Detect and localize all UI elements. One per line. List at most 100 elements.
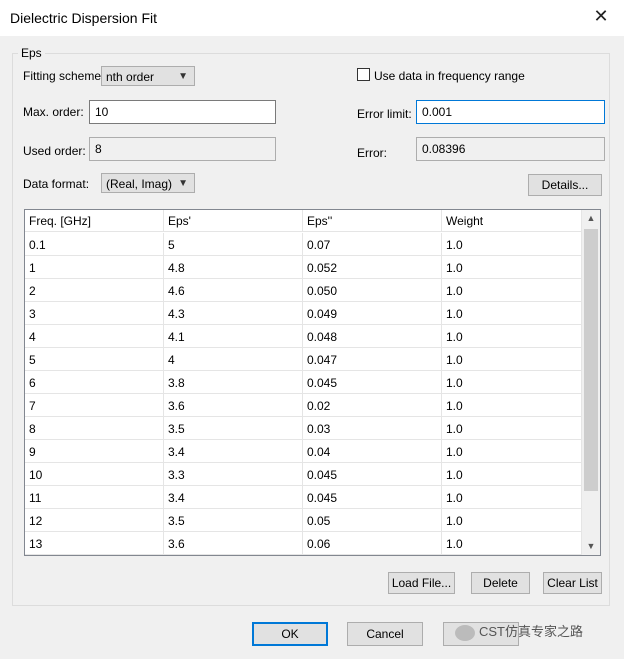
table-cell[interactable]: 5 — [164, 233, 303, 256]
table-cell[interactable]: 1.0 — [442, 532, 582, 555]
details-button[interactable]: Details... — [528, 174, 602, 196]
table-cell[interactable]: 4.3 — [164, 302, 303, 325]
table-cell[interactable]: 0.03 — [303, 417, 442, 440]
table-cell[interactable]: 3.3 — [164, 463, 303, 486]
table-cell[interactable]: 1.0 — [442, 417, 582, 440]
table-row[interactable]: 2 4.6 0.050 1.0 — [25, 279, 582, 302]
table-cell[interactable]: 3.4 — [164, 486, 303, 509]
watermark-text: CST仿真专家之路 — [479, 624, 584, 639]
table-cell[interactable]: 6 — [25, 371, 164, 394]
watermark: CST仿真专家之路 — [455, 621, 583, 645]
table-cell[interactable]: 3.6 — [164, 394, 303, 417]
clear-list-button[interactable]: Clear List — [543, 572, 602, 594]
table-cell[interactable]: 0.045 — [303, 463, 442, 486]
table-cell[interactable]: 3 — [25, 302, 164, 325]
table-row[interactable]: 12 3.5 0.05 1.0 — [25, 509, 582, 532]
ok-button[interactable]: OK — [252, 622, 328, 646]
column-header-eps-imag[interactable]: Eps'' — [303, 210, 442, 232]
table-cell[interactable]: 0.05 — [303, 509, 442, 532]
group-label: Eps — [18, 46, 45, 60]
table-row[interactable]: 8 3.5 0.03 1.0 — [25, 417, 582, 440]
table-row[interactable]: 13 3.6 0.06 1.0 — [25, 532, 582, 555]
table-row[interactable]: 0.1 5 0.07 1.0 — [25, 233, 582, 256]
table-cell[interactable]: 4 — [164, 348, 303, 371]
table-cell[interactable]: 0.04 — [303, 440, 442, 463]
chevron-down-icon: ▼ — [178, 71, 188, 82]
delete-button[interactable]: Delete — [471, 572, 530, 594]
chevron-up-icon[interactable]: ▲ — [582, 210, 600, 227]
table-cell[interactable]: 13 — [25, 532, 164, 555]
table-cell[interactable]: 1.0 — [442, 463, 582, 486]
column-header-freq[interactable]: Freq. [GHz] — [25, 210, 164, 232]
table-cell[interactable]: 9 — [25, 440, 164, 463]
cancel-button[interactable]: Cancel — [347, 622, 423, 646]
table-cell[interactable]: 0.02 — [303, 394, 442, 417]
table-cell[interactable]: 1.0 — [442, 440, 582, 463]
table-cell[interactable]: 1.0 — [442, 256, 582, 279]
table-row[interactable]: 5 4 0.047 1.0 — [25, 348, 582, 371]
table-cell[interactable]: 0.052 — [303, 256, 442, 279]
table-cell[interactable]: 1.0 — [442, 348, 582, 371]
table-cell[interactable]: 5 — [25, 348, 164, 371]
table-cell[interactable]: 3.5 — [164, 417, 303, 440]
table-cell[interactable]: 1.0 — [442, 509, 582, 532]
table-scrollbar[interactable]: ▲ ▼ — [581, 210, 600, 555]
table-row[interactable]: 1 4.8 0.052 1.0 — [25, 256, 582, 279]
table-cell[interactable]: 1.0 — [442, 371, 582, 394]
window-title: Dielectric Dispersion Fit — [10, 10, 158, 26]
chevron-down-icon[interactable]: ▼ — [582, 538, 600, 555]
table-row[interactable]: 4 4.1 0.048 1.0 — [25, 325, 582, 348]
data-format-label: Data format: — [23, 177, 90, 191]
table-cell[interactable]: 0.050 — [303, 279, 442, 302]
table-row[interactable]: 7 3.6 0.02 1.0 — [25, 394, 582, 417]
scroll-thumb[interactable] — [584, 229, 598, 491]
table-row[interactable]: 11 3.4 0.045 1.0 — [25, 486, 582, 509]
table-cell[interactable]: 0.045 — [303, 486, 442, 509]
column-header-eps-real[interactable]: Eps' — [164, 210, 303, 232]
data-format-value: (Real, Imag) — [106, 177, 173, 191]
used-order-label: Used order: — [23, 144, 86, 158]
load-file-button[interactable]: Load File... — [388, 572, 455, 594]
error-limit-input[interactable]: 0.001 — [416, 100, 605, 124]
table-cell[interactable]: 4 — [25, 325, 164, 348]
table-cell[interactable]: 0.045 — [303, 371, 442, 394]
table-cell[interactable]: 0.048 — [303, 325, 442, 348]
table-row[interactable]: 6 3.8 0.045 1.0 — [25, 371, 582, 394]
table-cell[interactable]: 2 — [25, 279, 164, 302]
table-row[interactable]: 9 3.4 0.04 1.0 — [25, 440, 582, 463]
table-cell[interactable]: 7 — [25, 394, 164, 417]
table-cell[interactable]: 1.0 — [442, 279, 582, 302]
max-order-input[interactable]: 10 — [89, 100, 276, 124]
table-cell[interactable]: 12 — [25, 509, 164, 532]
fitting-scheme-label: Fitting scheme: — [23, 69, 105, 83]
table-cell[interactable]: 0.049 — [303, 302, 442, 325]
table-cell[interactable]: 0.06 — [303, 532, 442, 555]
data-format-select[interactable]: (Real, Imag) ▼ — [101, 173, 195, 193]
table-cell[interactable]: 4.1 — [164, 325, 303, 348]
use-data-in-range-checkbox[interactable] — [357, 68, 370, 81]
table-row[interactable]: 3 4.3 0.049 1.0 — [25, 302, 582, 325]
table-cell[interactable]: 3.4 — [164, 440, 303, 463]
used-order-field: 8 — [89, 137, 276, 161]
table-cell[interactable]: 1 — [25, 256, 164, 279]
table-cell[interactable]: 8 — [25, 417, 164, 440]
column-header-weight[interactable]: Weight — [442, 210, 582, 232]
close-icon[interactable]: ✕ — [592, 7, 610, 25]
table-cell[interactable]: 0.047 — [303, 348, 442, 371]
table-cell[interactable]: 10 — [25, 463, 164, 486]
table-cell[interactable]: 1.0 — [442, 394, 582, 417]
table-cell[interactable]: 3.5 — [164, 509, 303, 532]
table-cell[interactable]: 1.0 — [442, 325, 582, 348]
table-cell[interactable]: 11 — [25, 486, 164, 509]
table-cell[interactable]: 0.07 — [303, 233, 442, 256]
table-row[interactable]: 10 3.3 0.045 1.0 — [25, 463, 582, 486]
table-cell[interactable]: 1.0 — [442, 233, 582, 256]
table-cell[interactable]: 1.0 — [442, 302, 582, 325]
table-cell[interactable]: 3.6 — [164, 532, 303, 555]
fitting-scheme-select[interactable]: nth order ▼ — [101, 66, 195, 86]
table-cell[interactable]: 3.8 — [164, 371, 303, 394]
table-cell[interactable]: 4.8 — [164, 256, 303, 279]
table-cell[interactable]: 0.1 — [25, 233, 164, 256]
table-cell[interactable]: 4.6 — [164, 279, 303, 302]
table-cell[interactable]: 1.0 — [442, 486, 582, 509]
